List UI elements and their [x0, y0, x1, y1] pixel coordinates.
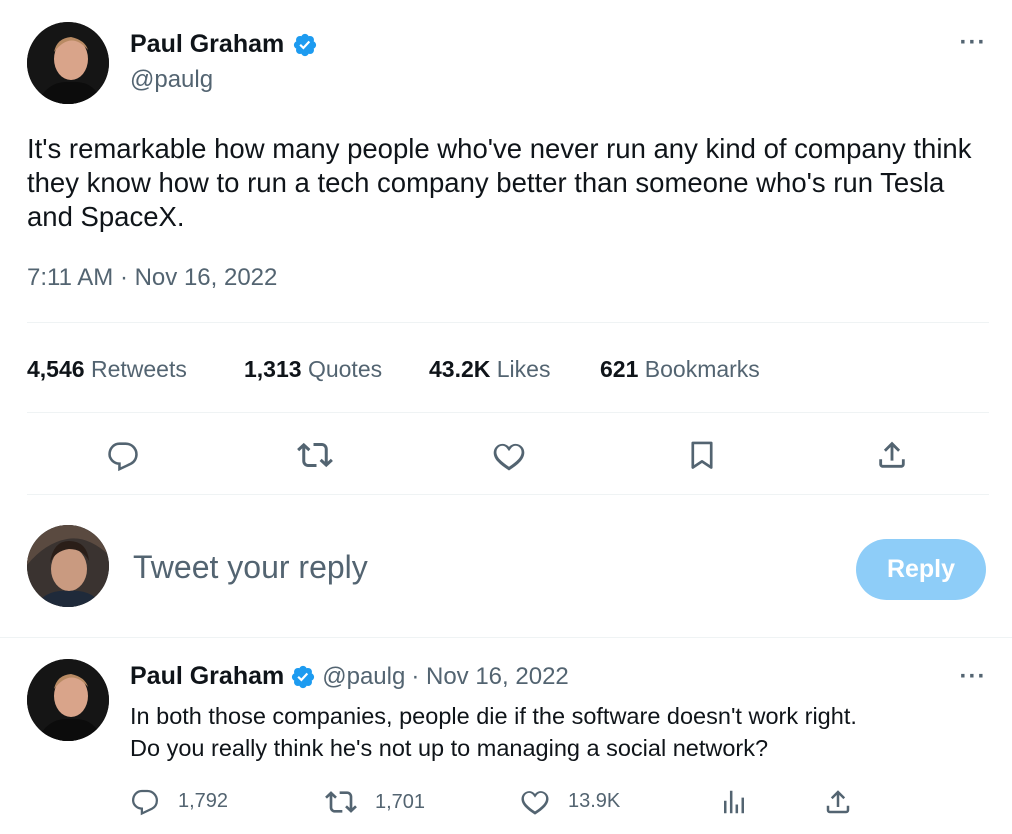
author-handle[interactable]: @paulg [130, 66, 213, 94]
retweet-icon [297, 442, 333, 468]
stat-retweets[interactable]: 4,546 Retweets [27, 356, 187, 383]
reply-button[interactable] [102, 434, 144, 476]
reply-text-line1: In both those companies, people die if t… [130, 703, 857, 729]
stat-quotes[interactable]: 1,313 Quotes [244, 356, 382, 383]
author-avatar[interactable] [27, 22, 109, 104]
verified-badge-icon [292, 665, 315, 688]
retweets-count: 4,546 [27, 356, 85, 382]
divider [27, 322, 989, 323]
bookmark-button[interactable] [681, 434, 723, 476]
divider [0, 637, 1012, 638]
tweet-timestamp[interactable]: 7:11 AM · Nov 16, 2022 [27, 264, 277, 292]
like-button[interactable] [488, 434, 530, 476]
views-chart-icon [724, 790, 744, 814]
reply-author-name[interactable]: Paul Graham [130, 662, 284, 691]
current-user-avatar[interactable] [27, 525, 109, 607]
reply-action-like[interactable]: 13.9K [520, 786, 620, 816]
reply-author-handle[interactable]: @paulg [322, 663, 405, 691]
reply-text-line2: Do you really think he's not up to manag… [130, 735, 769, 761]
reply-count: 1,792 [178, 789, 229, 812]
reply-action-views[interactable] [718, 786, 750, 818]
author-name[interactable]: Paul Graham [130, 30, 284, 59]
avatar-photo-icon [27, 22, 109, 104]
reply-icon [131, 789, 159, 816]
share-button[interactable] [871, 434, 913, 476]
retweet-count: 1,701 [375, 790, 426, 813]
reply-more-options-icon[interactable]: ··· [955, 662, 991, 692]
bookmarks-label: Bookmarks [644, 356, 760, 382]
like-count: 13.9K [568, 789, 621, 812]
retweets-label: Retweets [90, 356, 187, 382]
reply-input[interactable]: Tweet your reply [133, 549, 813, 591]
like-icon [493, 443, 525, 471]
divider [27, 494, 989, 495]
quotes-count: 1,313 [244, 356, 302, 382]
tweet-text: It's remarkable how many people who've n… [27, 133, 972, 232]
reply-submit-button[interactable]: Reply [856, 539, 986, 600]
retweet-button[interactable] [294, 434, 336, 476]
likes-count: 43.2K [429, 356, 491, 382]
avatar-photo-icon [27, 659, 109, 741]
share-icon [826, 790, 850, 814]
more-options-icon[interactable]: ··· [955, 28, 991, 58]
bookmarks-count: 621 [600, 356, 639, 382]
stat-bookmarks[interactable]: 621 Bookmarks [600, 356, 760, 383]
divider [27, 412, 989, 413]
quotes-label: Quotes [307, 356, 383, 382]
reply-action-retweet[interactable]: 1,701 [325, 786, 425, 818]
reply-author-avatar[interactable] [27, 659, 109, 741]
retweet-icon [325, 791, 357, 813]
like-icon [521, 791, 549, 815]
reply-icon [108, 442, 138, 472]
stat-likes[interactable]: 43.2K Likes [429, 356, 550, 383]
reply-action-share[interactable] [822, 786, 854, 818]
bookmark-icon [691, 441, 713, 469]
likes-label: Likes [496, 356, 551, 382]
verified-badge-icon [294, 33, 317, 56]
share-icon [879, 441, 905, 468]
reply-date[interactable]: · Nov 16, 2022 [411, 663, 568, 691]
reply-action-reply[interactable]: 1,792 [130, 786, 228, 816]
user-photo-icon [27, 525, 109, 607]
